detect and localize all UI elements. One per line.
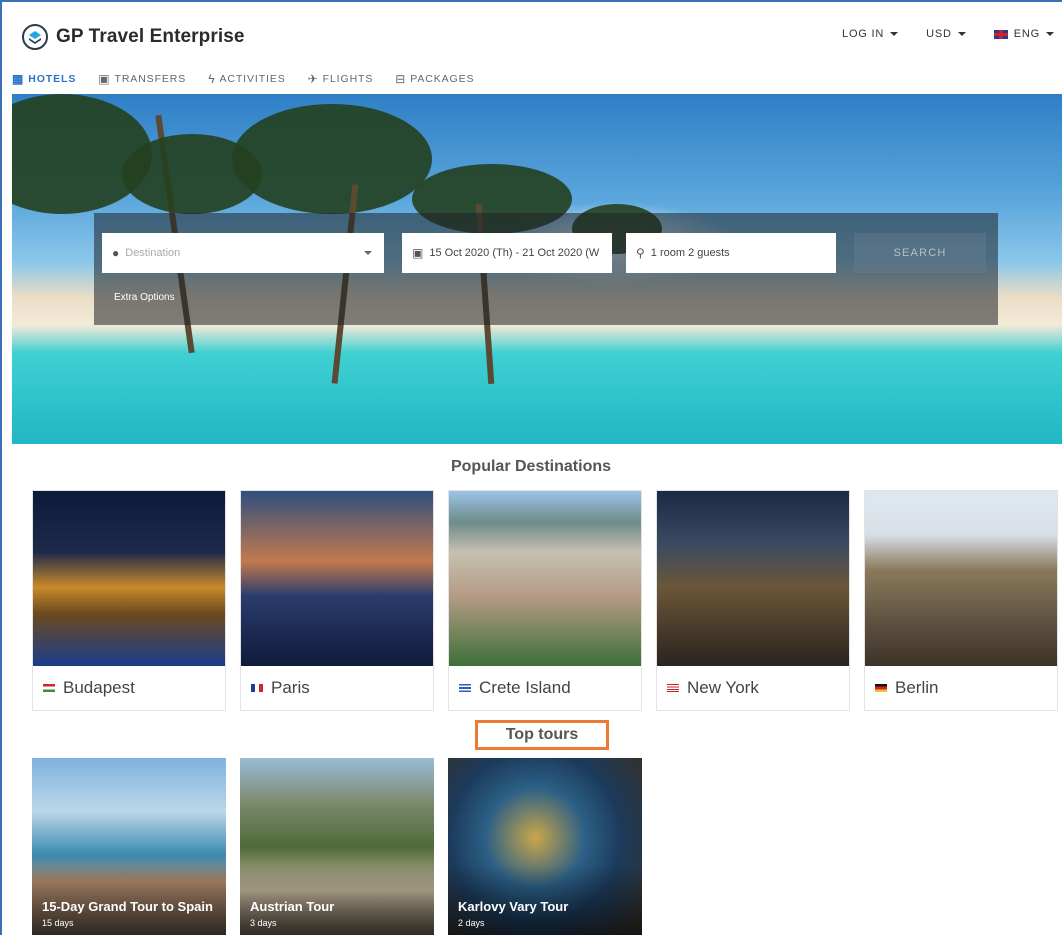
globe-logo-icon — [22, 24, 48, 50]
destination-name: Paris — [271, 678, 310, 697]
tab-label: HOTELS — [28, 73, 77, 85]
language-label: ENG — [1013, 28, 1040, 40]
uk-flag-icon — [993, 29, 1008, 39]
person-icon: ⚲ — [636, 246, 645, 260]
caret-down-icon — [364, 251, 372, 255]
header-menu: LOG IN USD ENG — [842, 28, 1054, 40]
destination-field[interactable]: ● Destination — [102, 233, 384, 273]
tab-packages[interactable]: ⊟ PACKAGES — [395, 64, 474, 94]
popular-destinations-title: Popular Destinations — [450, 458, 612, 475]
new-york-photo — [657, 491, 849, 666]
top-bar: GP Travel Enterprise LOG IN USD ENG — [12, 6, 1060, 64]
budapest-photo — [33, 491, 225, 666]
caret-down-icon — [957, 32, 966, 36]
destination-card-new-york[interactable]: New York — [656, 490, 850, 711]
destination-card-crete[interactable]: Crete Island — [448, 490, 642, 711]
destination-card-berlin[interactable]: Berlin — [864, 490, 1058, 711]
tour-card-spain[interactable]: 15-Day Grand Tour to Spain 15 days — [32, 758, 226, 935]
building-icon: ▦ — [12, 72, 25, 86]
palm-foliage — [232, 104, 432, 214]
tab-label: FLIGHTS — [322, 73, 374, 85]
hero-banner: ● Destination ▣ 15 Oct 2020 (Th) - 21 Oc… — [12, 94, 1062, 444]
tab-label: ACTIVITIES — [219, 73, 286, 85]
map-pin-icon: ● — [112, 246, 120, 260]
destination-label: Budapest — [43, 678, 135, 698]
caret-down-icon — [1046, 32, 1054, 36]
search-panel: ● Destination ▣ 15 Oct 2020 (Th) - 21 Oc… — [94, 213, 998, 325]
brand-name: GP Travel Enterprise — [56, 26, 245, 47]
france-flag-icon — [251, 684, 263, 692]
plane-icon: ✈ — [307, 72, 319, 86]
tour-duration: 3 days — [250, 918, 277, 928]
destination-name: Berlin — [895, 678, 939, 697]
destination-name: Crete Island — [479, 678, 571, 697]
destination-card-budapest[interactable]: Budapest — [32, 490, 226, 711]
top-tours-title: Top tours — [475, 720, 609, 750]
destination-label: Paris — [251, 678, 310, 698]
destination-label: Crete Island — [459, 678, 571, 698]
tour-duration: 2 days — [458, 918, 485, 928]
login-dropdown[interactable]: LOG IN — [842, 28, 899, 40]
calendar-icon: ▣ — [412, 246, 424, 260]
destination-label: Berlin — [875, 678, 938, 698]
currency-dropdown[interactable]: USD — [926, 28, 966, 40]
tab-activities[interactable]: ϟ ACTIVITIES — [208, 64, 285, 94]
date-range-value: 15 Oct 2020 (Th) - 21 Oct 2020 (W — [429, 247, 600, 259]
tab-label: TRANSFERS — [114, 73, 187, 85]
bus-icon: ▣ — [98, 72, 111, 86]
tour-card-karlovy-vary[interactable]: Karlovy Vary Tour 2 days — [448, 758, 642, 935]
search-button[interactable]: SEARCH — [854, 233, 986, 273]
language-dropdown[interactable]: ENG — [993, 28, 1054, 40]
usa-flag-icon — [667, 684, 679, 692]
extra-options-link[interactable]: Extra Options — [114, 292, 175, 303]
tour-name: 15-Day Grand Tour to Spain — [42, 899, 213, 914]
greece-flag-icon — [459, 684, 471, 692]
date-range-field[interactable]: ▣ 15 Oct 2020 (Th) - 21 Oct 2020 (W — [402, 233, 612, 273]
destination-name: New York — [687, 678, 759, 697]
berlin-photo — [865, 491, 1057, 666]
currency-label: USD — [926, 28, 952, 40]
guests-field[interactable]: ⚲ 1 room 2 guests — [626, 233, 836, 273]
brand-logo[interactable]: GP Travel Enterprise — [22, 24, 245, 50]
tab-label: PACKAGES — [410, 73, 475, 85]
hungary-flag-icon — [43, 684, 55, 692]
tour-name: Karlovy Vary Tour — [458, 899, 569, 914]
tab-transfers[interactable]: ▣ TRANSFERS — [98, 64, 186, 94]
destination-name: Budapest — [63, 678, 135, 697]
destination-label: New York — [667, 678, 759, 698]
suitcase-icon: ⊟ — [395, 72, 407, 86]
tour-card-austria[interactable]: Austrian Tour 3 days — [240, 758, 434, 935]
germany-flag-icon — [875, 684, 887, 692]
crete-photo — [449, 491, 641, 666]
login-label: LOG IN — [842, 28, 885, 40]
tour-name: Austrian Tour — [250, 899, 335, 914]
tour-duration: 15 days — [42, 918, 74, 928]
lightning-icon: ϟ — [208, 72, 216, 86]
caret-down-icon — [890, 32, 899, 36]
destination-card-paris[interactable]: Paris — [240, 490, 434, 711]
paris-photo — [241, 491, 433, 666]
guests-value: 1 room 2 guests — [650, 247, 730, 259]
tab-hotels[interactable]: ▦ HOTELS — [12, 64, 76, 94]
tab-flights[interactable]: ✈ FLIGHTS — [308, 64, 374, 94]
destination-placeholder: Destination — [125, 247, 181, 259]
product-tabs: ▦ HOTELS ▣ TRANSFERS ϟ ACTIVITIES ✈ FLIG… — [12, 64, 474, 94]
